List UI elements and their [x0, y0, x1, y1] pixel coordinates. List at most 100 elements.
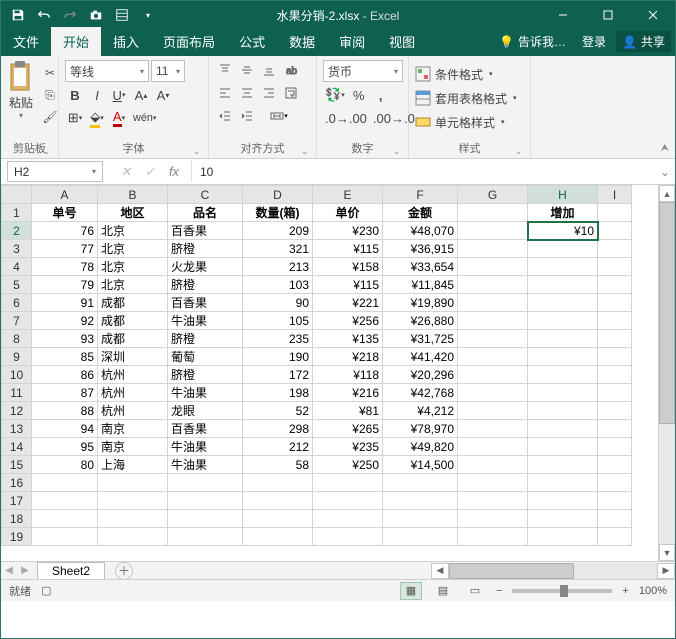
ribbon-tab-0[interactable]: 文件: [1, 27, 51, 56]
cell[interactable]: ¥216: [313, 384, 383, 402]
cell[interactable]: [458, 510, 528, 528]
cell[interactable]: [458, 402, 528, 420]
tab-nav-next-icon[interactable]: ▶: [17, 563, 33, 579]
cell[interactable]: [313, 492, 383, 510]
vscroll-thumb[interactable]: [659, 202, 675, 424]
add-sheet-button[interactable]: ＋: [115, 562, 133, 580]
form-icon[interactable]: [111, 4, 133, 26]
decrease-font-icon[interactable]: A▾: [153, 85, 173, 105]
row-header[interactable]: 8: [2, 330, 32, 348]
cell[interactable]: [458, 312, 528, 330]
cell[interactable]: [528, 366, 598, 384]
cell[interactable]: ¥118: [313, 366, 383, 384]
cell[interactable]: ¥42,768: [383, 384, 458, 402]
cell[interactable]: ¥115: [313, 276, 383, 294]
number-format-box[interactable]: 货币▾: [323, 60, 403, 82]
cell[interactable]: ¥256: [313, 312, 383, 330]
row-header[interactable]: 3: [2, 240, 32, 258]
cell[interactable]: [528, 294, 598, 312]
ribbon-tab-6[interactable]: 审阅: [327, 27, 377, 56]
row-header[interactable]: 16: [2, 474, 32, 492]
cell[interactable]: 百香果: [168, 420, 243, 438]
cell[interactable]: ¥4,212: [383, 402, 458, 420]
cell[interactable]: [458, 384, 528, 402]
cell[interactable]: 牛油果: [168, 438, 243, 456]
row-header[interactable]: 11: [2, 384, 32, 402]
cell[interactable]: ¥10: [528, 222, 598, 240]
ribbon-tab-7[interactable]: 视图: [377, 27, 427, 56]
cell[interactable]: 成都: [98, 330, 168, 348]
cell[interactable]: [458, 348, 528, 366]
cell[interactable]: ¥81: [313, 402, 383, 420]
cell[interactable]: [458, 420, 528, 438]
cell[interactable]: [458, 330, 528, 348]
enter-formula-icon[interactable]: ✓: [139, 162, 161, 182]
cell[interactable]: ¥31,725: [383, 330, 458, 348]
row-header[interactable]: 9: [2, 348, 32, 366]
scroll-right-icon[interactable]: ▶: [657, 563, 675, 579]
cell[interactable]: [458, 222, 528, 240]
cell[interactable]: [528, 384, 598, 402]
cell[interactable]: [313, 474, 383, 492]
cell[interactable]: 葡萄: [168, 348, 243, 366]
scroll-down-icon[interactable]: ▼: [659, 544, 675, 561]
zoom-slider[interactable]: [512, 589, 612, 593]
cell[interactable]: [458, 474, 528, 492]
cell[interactable]: ¥19,890: [383, 294, 458, 312]
cell[interactable]: 上海: [98, 456, 168, 474]
cell[interactable]: 深圳: [98, 348, 168, 366]
cell[interactable]: [98, 492, 168, 510]
cell[interactable]: [458, 528, 528, 546]
cell[interactable]: ¥265: [313, 420, 383, 438]
copy-icon[interactable]: ⎘: [41, 86, 59, 104]
row-header[interactable]: 13: [2, 420, 32, 438]
font-color-icon[interactable]: A▾: [109, 108, 129, 128]
cell[interactable]: 213: [243, 258, 313, 276]
border-icon[interactable]: ⊞▾: [65, 108, 85, 128]
cell[interactable]: 95: [32, 438, 98, 456]
ribbon-tab-3[interactable]: 页面布局: [151, 27, 227, 56]
cell[interactable]: [458, 204, 528, 222]
cell[interactable]: [598, 276, 632, 294]
cell[interactable]: [598, 312, 632, 330]
scroll-left-icon[interactable]: ◀: [431, 563, 449, 579]
row-header[interactable]: 12: [2, 402, 32, 420]
cell[interactable]: 杭州: [98, 402, 168, 420]
share-button[interactable]: 👤共享: [616, 31, 671, 52]
cell[interactable]: [243, 492, 313, 510]
fill-color-icon[interactable]: ⬙▾: [87, 108, 107, 128]
zoom-out-icon[interactable]: −: [496, 585, 502, 597]
row-header[interactable]: 6: [2, 294, 32, 312]
cell[interactable]: [598, 330, 632, 348]
italic-button[interactable]: I: [87, 85, 107, 105]
align-bottom-icon[interactable]: [259, 60, 279, 80]
increase-font-icon[interactable]: A▴: [131, 85, 151, 105]
row-header[interactable]: 4: [2, 258, 32, 276]
cell[interactable]: [528, 258, 598, 276]
row-header[interactable]: 17: [2, 492, 32, 510]
cut-icon[interactable]: ✂: [41, 64, 59, 82]
conditional-format-button[interactable]: 条件格式▾: [415, 64, 493, 84]
underline-button[interactable]: U▾: [109, 85, 129, 105]
cell[interactable]: 88: [32, 402, 98, 420]
cell[interactable]: 58: [243, 456, 313, 474]
cell[interactable]: [168, 492, 243, 510]
cell[interactable]: 火龙果: [168, 258, 243, 276]
cell[interactable]: ¥20,296: [383, 366, 458, 384]
cell[interactable]: [528, 474, 598, 492]
cell[interactable]: 成都: [98, 312, 168, 330]
row-header[interactable]: 14: [2, 438, 32, 456]
cell[interactable]: [598, 258, 632, 276]
cell[interactable]: [598, 204, 632, 222]
col-header[interactable]: C: [168, 186, 243, 204]
scroll-up-icon[interactable]: ▲: [659, 185, 675, 202]
cell[interactable]: [598, 474, 632, 492]
cell[interactable]: [458, 276, 528, 294]
cell[interactable]: [383, 528, 458, 546]
cell[interactable]: 脐橙: [168, 330, 243, 348]
cell[interactable]: 单号: [32, 204, 98, 222]
qat-customize-icon[interactable]: ▾: [137, 4, 159, 26]
cell[interactable]: 198: [243, 384, 313, 402]
cell[interactable]: 南京: [98, 420, 168, 438]
align-center-icon[interactable]: [237, 83, 257, 103]
